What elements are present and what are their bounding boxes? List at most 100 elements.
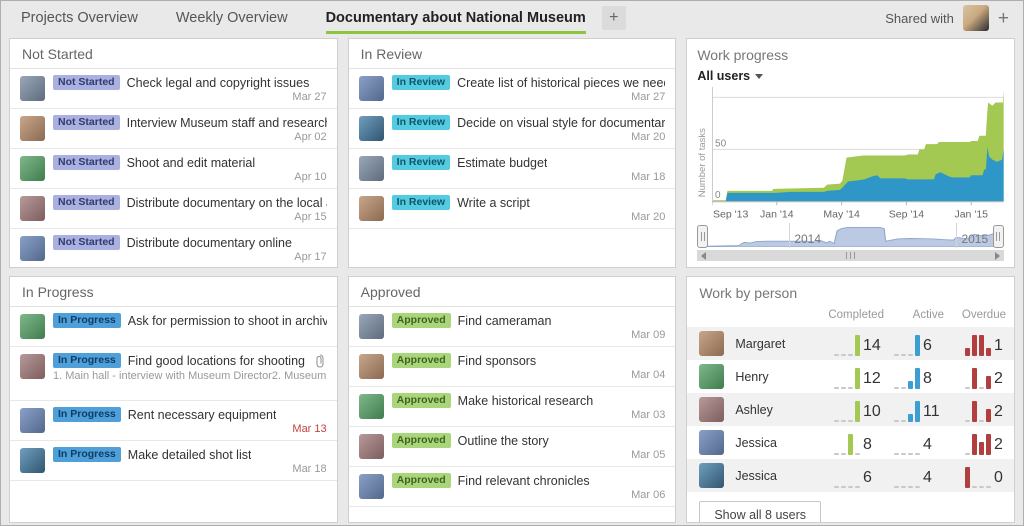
overview-mini-chart (703, 224, 998, 247)
stacked-area-chart: 050Sep '13Jan '14May '14Sep '14Jan '15 (712, 87, 1004, 221)
spark-bar (848, 486, 853, 488)
app-window: Projects Overview Weekly Overview Document… (0, 0, 1024, 526)
spark-bar (908, 453, 913, 455)
task-card[interactable]: Approved Find sponsors Mar 04 (349, 347, 676, 387)
task-title: Check legal and copyright issues (127, 76, 310, 90)
active-sparkbars (894, 335, 920, 356)
card-list: Approved Find cameraman Mar 09 Approved … (349, 307, 676, 507)
svg-text:Sep '14: Sep '14 (889, 208, 924, 220)
assignee-avatar (20, 156, 45, 181)
active-value: 4 (923, 435, 944, 455)
card-list: In Review Create list of historical piec… (349, 69, 676, 229)
completed-value: 10 (863, 402, 884, 422)
overdue-stat: 2 (944, 431, 1008, 455)
assignee-avatar (20, 354, 45, 379)
person-row[interactable]: Jessica 6 4 0 (687, 459, 1014, 492)
task-title: Decide on visual style for documentary (457, 116, 665, 130)
slider-handle-right[interactable] (993, 225, 1004, 248)
overdue-sparkbars (965, 467, 991, 488)
task-title: Find relevant chronicles (458, 474, 590, 488)
status-badge: Approved (392, 353, 451, 368)
task-title: Ask for permission to shoot in archives (128, 314, 327, 328)
task-card[interactable]: Not Started Check legal and copyright is… (10, 69, 337, 109)
due-date: Mar 06 (392, 489, 666, 503)
board-approved: Approved Approved Find cameraman Mar 09 … (348, 276, 677, 523)
completed-sparkbars (834, 434, 860, 455)
chart-scrollbar[interactable] (697, 250, 1004, 261)
add-shared-user-icon[interactable]: + (998, 9, 1009, 28)
status-badge: Not Started (53, 155, 120, 170)
share-area: Shared with + (885, 5, 1009, 31)
task-card[interactable]: Approved Make historical research Mar 03 (349, 387, 676, 427)
spark-bar (841, 420, 846, 422)
assignee-avatar (20, 448, 45, 473)
show-all-users-button[interactable]: Show all 8 users (699, 501, 821, 523)
task-card[interactable]: In Review Estimate budget Mar 18 (349, 149, 676, 189)
task-card[interactable]: Not Started Distribute documentary on th… (10, 189, 337, 229)
shared-user-avatar[interactable] (963, 5, 989, 31)
spark-bar (901, 354, 906, 356)
completed-stat: 6 (816, 464, 884, 488)
task-card[interactable]: In Progress Ask for permission to shoot … (10, 307, 337, 347)
completed-value: 6 (863, 468, 884, 488)
tab-list: Projects Overview Weekly Overview Document… (21, 2, 586, 34)
status-badge: Not Started (53, 195, 120, 210)
tab-1[interactable]: Projects Overview (21, 2, 138, 34)
spark-bar (915, 486, 920, 488)
users-filter-dropdown[interactable]: All users (697, 69, 1004, 83)
spark-bar (979, 486, 984, 488)
task-title: Write a script (457, 196, 530, 210)
assignee-avatar (20, 314, 45, 339)
task-title: Estimate budget (457, 156, 547, 170)
scroll-right-icon[interactable] (995, 252, 1000, 260)
due-date: Mar 05 (392, 449, 666, 463)
overdue-column-header: Overdue (944, 309, 1008, 321)
spark-bar (901, 453, 906, 455)
task-card[interactable]: In Progress Find good locations for shoo… (10, 347, 337, 401)
task-card[interactable]: Approved Find cameraman Mar 09 (349, 307, 676, 347)
spark-bar (979, 387, 984, 389)
scroll-left-icon[interactable] (701, 252, 706, 260)
add-tab-button[interactable]: + (602, 6, 626, 30)
task-title: Make detailed shot list (128, 448, 252, 462)
person-row[interactable]: Ashley 10 11 2 (687, 393, 1014, 426)
spark-bar (894, 387, 899, 389)
spark-bar (841, 387, 846, 389)
person-row[interactable]: Jessica 8 4 2 (687, 426, 1014, 459)
task-card[interactable]: Not Started Shoot and edit material Apr … (10, 149, 337, 189)
status-badge: Approved (392, 313, 451, 328)
spark-bar (908, 414, 913, 422)
task-card[interactable]: In Progress Make detailed shot list Mar … (10, 441, 337, 481)
person-name: Henry (735, 370, 816, 384)
tab-3[interactable]: Documentary about National Museum (326, 2, 586, 34)
task-title: Distribute documentary on the local and … (127, 196, 327, 210)
task-card[interactable]: In Review Decide on visual style for doc… (349, 109, 676, 149)
board-in-review: In Review In Review Create list of histo… (348, 38, 677, 268)
slider-handle-left[interactable] (697, 225, 708, 248)
active-stat: 4 (884, 431, 944, 455)
person-row[interactable]: Henry 12 8 2 (687, 360, 1014, 393)
svg-text:Sep '13: Sep '13 (713, 208, 748, 220)
status-badge: Approved (392, 433, 451, 448)
task-card[interactable]: Approved Outline the story Mar 05 (349, 427, 676, 467)
task-card[interactable]: Not Started Distribute documentary onlin… (10, 229, 337, 268)
assignee-avatar (20, 196, 45, 221)
person-avatar (699, 331, 724, 356)
scrollbar-grip[interactable] (846, 252, 855, 259)
task-card[interactable]: In Progress Rent necessary equipment Mar… (10, 401, 337, 441)
task-card[interactable]: In Review Create list of historical piec… (349, 69, 676, 109)
status-badge: In Review (392, 75, 450, 90)
person-avatar (699, 463, 724, 488)
status-badge: In Review (392, 115, 450, 130)
tab-2[interactable]: Weekly Overview (176, 2, 288, 34)
task-card[interactable]: Approved Find relevant chronicles Mar 06 (349, 467, 676, 507)
person-row[interactable]: Margaret 14 6 1 (687, 327, 1014, 360)
completed-sparkbars (834, 335, 860, 356)
status-badge: In Progress (53, 407, 121, 422)
active-stat: 8 (884, 365, 944, 389)
task-card[interactable]: In Review Write a script Mar 20 (349, 189, 676, 229)
overdue-stat: 0 (944, 464, 1008, 488)
task-card[interactable]: Not Started Interview Museum staff and r… (10, 109, 337, 149)
person-name: Jessica (735, 436, 816, 450)
year-gridline (789, 223, 790, 248)
